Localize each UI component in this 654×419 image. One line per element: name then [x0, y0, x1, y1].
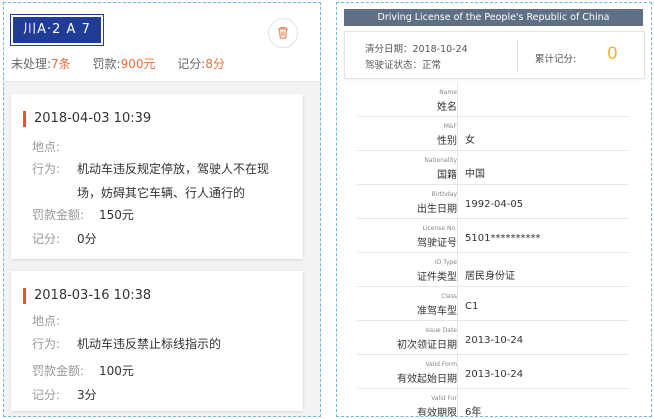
field-issue-date: Issue Date 初次领证日期 2013-10-24: [357, 321, 628, 355]
clear-date: 清分日期：2018-10-24: [365, 44, 468, 55]
field-label: Valid Form 有效起始日期: [357, 355, 458, 388]
license-status-box: 清分日期：2018-10-24 驾驶证状态：正常 累计记分: 0: [344, 31, 645, 79]
field-label: Nationality 国籍: [357, 151, 458, 184]
plate-header: 川A·2 A 7 未处理:7条 罚款:900元 记分:8分: [4, 3, 320, 82]
field-label-en: License No.: [422, 225, 458, 232]
field-label-en: ID Type: [434, 259, 457, 266]
action-row: 行为: 机动车违反规定停放，驾驶人不在现场，妨碍其它车辆、行人通行的: [32, 157, 277, 205]
field-label-zh: 姓名: [437, 102, 457, 113]
field-value: 居民身份证: [465, 271, 515, 282]
field-label-en: Class: [441, 293, 457, 300]
field-valid-from: Valid Form 有效起始日期 2013-10-24: [357, 355, 628, 389]
field-label-zh: 驾驶证号: [417, 238, 457, 249]
violation-time: 2018-03-16 10:38: [23, 288, 151, 304]
field-label-en: Valid For: [431, 395, 457, 402]
action-row: 行为: 机动车违反禁止标线指示的: [32, 332, 282, 356]
license-plate: 川A·2 A 7: [11, 15, 103, 45]
field-label-en: Birthday: [431, 191, 457, 198]
violation-summary: 未处理:7条 罚款:900元 记分:8分: [11, 55, 243, 72]
action-label: 行为:: [32, 337, 61, 351]
field-label-en: Valid Form: [425, 361, 457, 368]
field-label: Valid For 有效期限: [357, 389, 458, 417]
points-row: 记分: 3分: [32, 383, 282, 407]
field-label: M&F 性别: [357, 117, 458, 150]
field-label-zh: 有效期限: [417, 408, 457, 417]
field-label-zh: 国籍: [437, 170, 457, 181]
field-label-zh: 证件类型: [417, 272, 457, 283]
field-label-en: Name: [439, 89, 457, 96]
points-label: 记分:: [32, 232, 61, 246]
fine-total-label: 罚款:: [92, 57, 121, 71]
violation-card[interactable]: 2018-03-16 10:38 地点: 行为: 机动车违反禁止标线指示的 罚款金…: [11, 271, 303, 411]
field-value: 2013-10-24: [465, 335, 524, 346]
fine-total: 900元: [120, 57, 156, 71]
field-label-zh: 初次领证日期: [397, 340, 457, 351]
license-panel: Driving License of the People's Republic…: [336, 2, 652, 417]
field-label-zh: 性别: [437, 136, 457, 147]
action-label: 行为:: [32, 162, 61, 176]
violation-panel: 川A·2 A 7 未处理:7条 罚款:900元 记分:8分 2018-04-03…: [3, 2, 321, 417]
field-value: 6年: [465, 407, 482, 417]
points-label: 记分:: [32, 388, 61, 402]
field-label: Issue Date 初次领证日期: [357, 321, 458, 354]
location-row: 地点:: [32, 309, 282, 333]
fine-row: 罚款金额: 150元: [32, 203, 249, 227]
points-total-label: 记分:: [177, 57, 206, 71]
points-row: 记分: 0分: [32, 227, 282, 251]
fine-label: 罚款金额:: [32, 208, 85, 222]
field-gender: M&F 性别 女: [357, 117, 628, 151]
unhandled-label: 未处理:: [11, 57, 52, 71]
field-value: 中国: [465, 169, 485, 180]
license-title: Driving License of the People's Republic…: [344, 9, 643, 26]
fine-row: 罚款金额: 100元: [32, 359, 249, 383]
location-label: 地点:: [32, 140, 61, 154]
field-id-type: ID Type 证件类型 居民身份证: [357, 253, 628, 287]
accum-points-value: 0: [607, 44, 618, 64]
field-label: License No. 驾驶证号: [357, 219, 458, 252]
field-label-zh: 准驾车型: [417, 306, 457, 317]
field-label: Birthday 出生日期: [357, 185, 458, 218]
field-label-zh: 有效起始日期: [397, 374, 457, 385]
accum-points-label: 累计记分:: [535, 54, 577, 65]
field-label: Class 准驾车型: [357, 287, 458, 320]
points-value: 3分: [77, 388, 97, 402]
trash-icon: [278, 27, 288, 39]
field-value: 1992-04-05: [465, 199, 524, 210]
field-label: Name 姓名: [357, 83, 458, 116]
field-license-no: License No. 驾驶证号 5101**********: [357, 219, 628, 253]
location-row: 地点:: [32, 135, 282, 159]
points-value: 0分: [77, 232, 97, 246]
field-name: Name 姓名: [357, 83, 628, 117]
fine-label: 罚款金额:: [32, 364, 85, 378]
action-value: 机动车违反规定停放，驾驶人不在现场，妨碍其它车辆、行人通行的: [77, 162, 270, 200]
violation-time: 2018-04-03 10:39: [23, 111, 151, 127]
field-label: ID Type 证件类型: [357, 253, 458, 286]
fine-value: 150元: [99, 208, 134, 222]
field-label-en: Issue Date: [425, 327, 457, 334]
field-label-en: M&F: [443, 123, 457, 130]
points-total: 8分: [205, 57, 225, 71]
field-label-zh: 出生日期: [417, 204, 457, 215]
field-birthday: Birthday 出生日期 1992-04-05: [357, 185, 628, 219]
license-status: 驾驶证状态：正常: [365, 60, 442, 71]
field-value: 5101**********: [465, 233, 541, 244]
field-nationality: Nationality 国籍 中国: [357, 151, 628, 185]
delete-button[interactable]: [268, 18, 298, 48]
location-label: 地点:: [32, 314, 61, 328]
field-value: 2013-10-24: [465, 369, 524, 380]
status-divider: [517, 39, 518, 71]
violation-card[interactable]: 2018-04-03 10:39 地点: 行为: 机动车违反规定停放，驾驶人不在现…: [11, 94, 303, 259]
field-class: Class 准驾车型 C1: [357, 287, 628, 321]
field-value: 女: [465, 135, 475, 146]
unhandled-count: 7条: [51, 57, 71, 71]
field-valid-for: Valid For 有效期限 6年: [357, 389, 628, 417]
field-label-en: Nationality: [424, 157, 457, 164]
fine-value: 100元: [99, 364, 134, 378]
action-value: 机动车违反禁止标线指示的: [77, 337, 222, 351]
field-value: C1: [465, 301, 479, 312]
